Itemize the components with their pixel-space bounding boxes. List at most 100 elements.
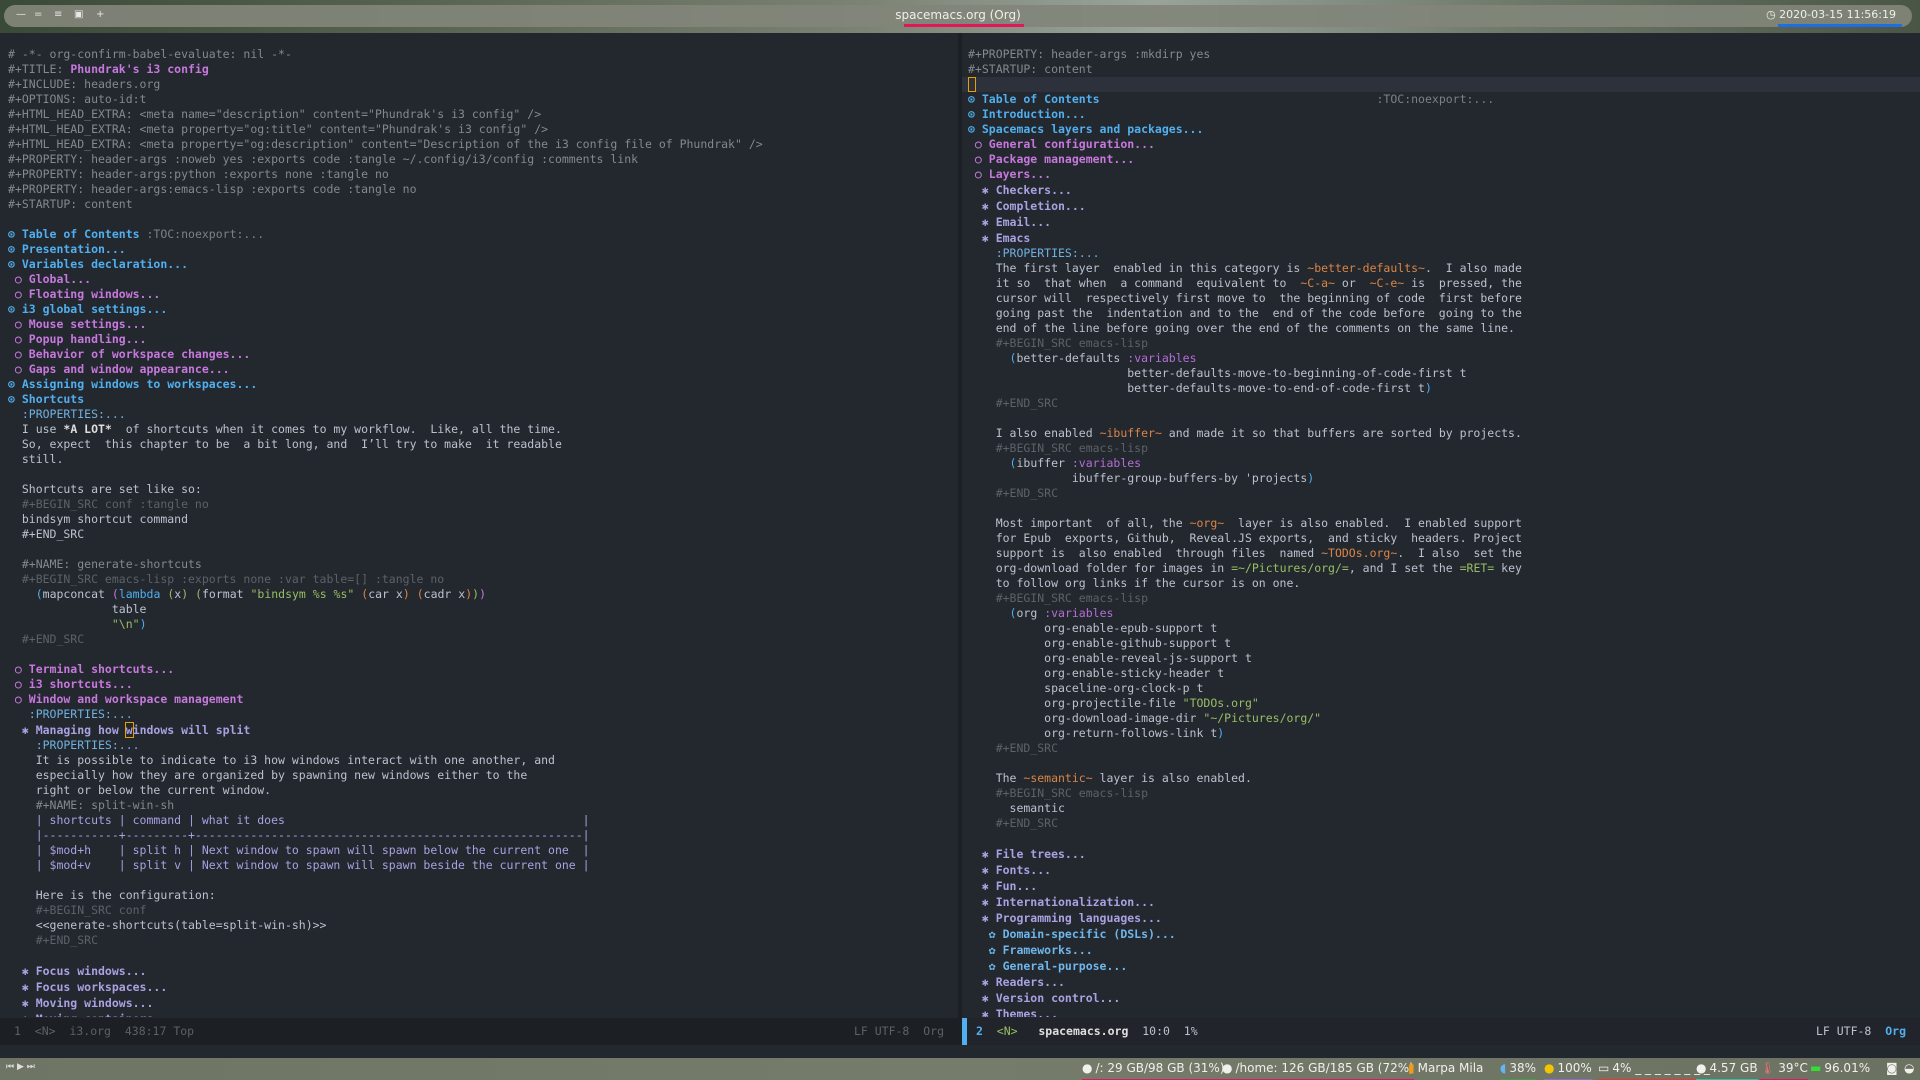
- editor-line[interactable]: ✿ General-purpose...: [962, 958, 1920, 974]
- editor-line[interactable]: org-download folder for images in =~/Pic…: [962, 561, 1920, 576]
- editor-line[interactable]: #+END_SRC: [962, 396, 1920, 411]
- editor-line[interactable]: #+PROPERTY: header-args :noweb yes :expo…: [0, 152, 958, 167]
- editor-line[interactable]: it so that when a command equivalent to …: [962, 276, 1920, 291]
- editor-line[interactable]: # -*- org-confirm-babel-evaluate: nil -*…: [0, 47, 958, 62]
- status-item[interactable]: ●/: 29 GB/98 GB (31%): [1082, 1061, 1225, 1080]
- media-controls[interactable]: ⏮ ▶ ⏭: [6, 1062, 35, 1072]
- editor-line[interactable]: [0, 873, 958, 888]
- editor-line[interactable]: ✿ Domain-specific (DSLs)...: [962, 926, 1920, 942]
- editor-line[interactable]: #+END_SRC: [0, 527, 958, 542]
- editor-line[interactable]: <<generate-shortcuts(table=split-win-sh)…: [0, 918, 958, 933]
- editor-line[interactable]: #+PROPERTY: header-args :mkdirp yes: [962, 47, 1920, 62]
- editor-line[interactable]: #+TITLE: Phundrak's i3 config: [0, 62, 958, 77]
- editor-line[interactable]: for Epub exports, Github, Reveal.JS expo…: [962, 531, 1920, 546]
- editor-line[interactable]: I use *A LOT* of shortcuts when it comes…: [0, 422, 958, 437]
- editor-line[interactable]: ✱ Readers...: [962, 974, 1920, 990]
- status-item[interactable]: ▭ 4% _ _ _ _ _ _ _ _: [1598, 1061, 1710, 1080]
- editor-line[interactable]: (mapconcat (lambda (x) (format "bindsym …: [0, 587, 958, 602]
- editor-line[interactable]: ✱ Themes...: [962, 1006, 1920, 1017]
- network-tray-icon[interactable]: ◒: [1904, 1061, 1914, 1075]
- editor-line[interactable]: ○ Mouse settings...: [0, 317, 958, 332]
- editor-line[interactable]: :PROPERTIES:...: [0, 738, 958, 753]
- editor-line[interactable]: ○ Package management...: [962, 152, 1920, 167]
- editor-line[interactable]: to follow org links if the cursor is on …: [962, 576, 1920, 591]
- editor-line[interactable]: [0, 948, 958, 963]
- major-mode[interactable]: Org: [923, 1024, 944, 1038]
- editor-line[interactable]: right or below the current window.: [0, 783, 958, 798]
- editor-line[interactable]: [0, 647, 958, 662]
- editor-line[interactable]: ✱ Checkers...: [962, 182, 1920, 198]
- editor-line[interactable]: |-----------+---------+-----------------…: [0, 828, 958, 843]
- editor-line[interactable]: [962, 831, 1920, 846]
- editor-line[interactable]: cursor will respectively first move to t…: [962, 291, 1920, 306]
- editor-line[interactable]: ✱ Email...: [962, 214, 1920, 230]
- editor-line[interactable]: | $mod+v | split v | Next window to spaw…: [0, 858, 958, 873]
- editor-line[interactable]: ○ General configuration...: [962, 137, 1920, 152]
- editor-line[interactable]: #+BEGIN_SRC emacs-lisp: [962, 591, 1920, 606]
- clock[interactable]: ◷ 2020-03-15 11:56:19: [1766, 8, 1896, 21]
- editor-line[interactable]: ⊙ i3 global settings...: [0, 302, 958, 317]
- editor-line[interactable]: #+BEGIN_SRC conf :tangle no: [0, 497, 958, 512]
- editor-line[interactable]: #+BEGIN_SRC conf: [0, 903, 958, 918]
- editor-line[interactable]: org-enable-epub-support t: [962, 621, 1920, 636]
- editor-line[interactable]: ○ Behavior of workspace changes...: [0, 347, 958, 362]
- editor-line[interactable]: ○ Global...: [0, 272, 958, 287]
- editor-line[interactable]: (better-defaults :variables: [962, 351, 1920, 366]
- editor-line[interactable]: ⊙ Shortcuts: [0, 392, 958, 407]
- editor-line[interactable]: going past the indentation and to the en…: [962, 306, 1920, 321]
- editor-line[interactable]: #+BEGIN_SRC emacs-lisp: [962, 441, 1920, 456]
- editor-line[interactable]: org-enable-sticky-header t: [962, 666, 1920, 681]
- status-item[interactable]: ●/home: 126 GB/185 GB (72%): [1222, 1061, 1414, 1080]
- editor-line[interactable]: ✱ Moving windows...: [0, 995, 958, 1011]
- editor-line[interactable]: ✱ Internationalization...: [962, 894, 1920, 910]
- editor-line[interactable]: ⊙ Assigning windows to workspaces...: [0, 377, 958, 392]
- editor-line[interactable]: ⊙ Variables declaration...: [0, 257, 958, 272]
- editor-line[interactable]: #+HTML_HEAD_EXTRA: <meta property="og:de…: [0, 137, 958, 152]
- editor-line[interactable]: So, expect this chapter to be a bit long…: [0, 437, 958, 452]
- editor-line[interactable]: #+STARTUP: content: [962, 62, 1920, 77]
- editor-line[interactable]: #+OPTIONS: auto-id:t: [0, 92, 958, 107]
- buffer-name[interactable]: spacemacs.org: [1038, 1024, 1128, 1038]
- editor-line[interactable]: "\n"): [0, 617, 958, 632]
- editor-line[interactable]: #+BEGIN_SRC emacs-lisp :exports none :va…: [0, 572, 958, 587]
- editor-line[interactable]: ○ Floating windows...: [0, 287, 958, 302]
- editor-line[interactable]: ⊙ Spacemacs layers and packages...: [962, 122, 1920, 137]
- editor-line[interactable]: (org :variables: [962, 606, 1920, 621]
- editor-line[interactable]: #+BEGIN_SRC emacs-lisp: [962, 336, 1920, 351]
- editor-line[interactable]: ⊙ Introduction...: [962, 107, 1920, 122]
- editor-line[interactable]: #+HTML_HEAD_EXTRA: <meta name="descripti…: [0, 107, 958, 122]
- status-item[interactable]: ● 100%: [1544, 1061, 1592, 1080]
- editor-line[interactable]: | shortcuts | command | what it does |: [0, 813, 958, 828]
- status-item[interactable]: ◖ 38%: [1500, 1061, 1536, 1080]
- editor-line[interactable]: :PROPERTIES:...: [0, 707, 958, 722]
- editor-line[interactable]: [962, 411, 1920, 426]
- editor-line[interactable]: bindsym shortcut command: [0, 512, 958, 527]
- editor-line[interactable]: ✱ Fonts...: [962, 862, 1920, 878]
- editor-line[interactable]: ✱ Version control...: [962, 990, 1920, 1006]
- editor-line[interactable]: better-defaults-move-to-end-of-code-firs…: [962, 381, 1920, 396]
- editor-line[interactable]: [0, 467, 958, 482]
- editor-line[interactable]: org-return-follows-link t): [962, 726, 1920, 741]
- editor-line[interactable]: ✱ Fun...: [962, 878, 1920, 894]
- editor-line[interactable]: #+END_SRC: [962, 486, 1920, 501]
- editor-line[interactable]: [962, 501, 1920, 516]
- editor-line[interactable]: end of the line before going over the en…: [962, 321, 1920, 336]
- left-editor-pane[interactable]: # -*- org-confirm-babel-evaluate: nil -*…: [0, 47, 958, 1017]
- editor-line[interactable]: ○ Gaps and window appearance...: [0, 362, 958, 377]
- editor-line[interactable]: ⊙ Presentation...: [0, 242, 958, 257]
- editor-line[interactable]: ○ Popup handling...: [0, 332, 958, 347]
- editor-line[interactable]: [0, 212, 958, 227]
- editor-line[interactable]: I also enabled ~ibuffer~ and made it so …: [962, 426, 1920, 441]
- editor-line[interactable]: ✱ Completion...: [962, 198, 1920, 214]
- editor-line[interactable]: spaceline-org-clock-p t: [962, 681, 1920, 696]
- editor-line[interactable]: [0, 542, 958, 557]
- editor-line[interactable]: #+END_SRC: [0, 933, 958, 948]
- editor-line[interactable]: ○ Window and workspace management: [0, 692, 958, 707]
- editor-line[interactable]: It is possible to indicate to i3 how win…: [0, 753, 958, 768]
- editor-line[interactable]: ✱ File trees...: [962, 846, 1920, 862]
- buffer-name[interactable]: i3.org: [69, 1024, 111, 1038]
- editor-line[interactable]: ○ Terminal shortcuts...: [0, 662, 958, 677]
- editor-line[interactable]: org-download-image-dir "~/Pictures/org/": [962, 711, 1920, 726]
- editor-line[interactable]: ⊙ Table of Contents :TOC:noexport:...: [962, 92, 1920, 107]
- editor-line[interactable]: table: [0, 602, 958, 617]
